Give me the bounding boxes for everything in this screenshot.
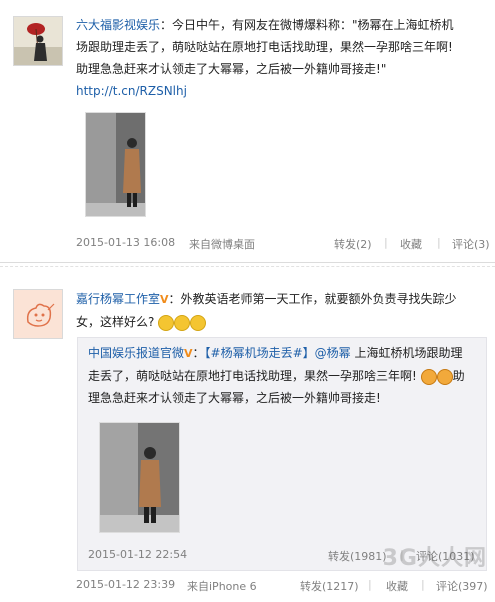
- author-avatar[interactable]: [13, 16, 63, 66]
- post-source: 来自微博桌面: [189, 238, 255, 251]
- post-timestamp[interactable]: 2015-01-13 16:08: [76, 236, 175, 249]
- post-text-line1: 外教英语老师第一天工作，就要额外负责寻找失踪少: [180, 292, 457, 306]
- post-text-line1: 今日中午，有网友在微博爆料称："杨幂在上海虹桥机: [172, 18, 454, 32]
- name-colon: ：: [168, 292, 181, 306]
- topic-link[interactable]: 【#杨幂机场走丢#】: [205, 346, 315, 360]
- quoted-photo[interactable]: [99, 422, 180, 533]
- short-url-link[interactable]: http://t.cn/RZSNlhj: [76, 84, 187, 98]
- name-colon: ：: [160, 18, 173, 32]
- quoted-repost-button[interactable]: 转发(1981): [328, 548, 387, 564]
- verified-badge-icon[interactable]: V: [160, 293, 169, 306]
- quoted-timestamp[interactable]: 2015-01-12 22:54: [88, 548, 187, 561]
- post-divider: [0, 262, 495, 263]
- author-name-link[interactable]: 嘉行杨幂工作室: [76, 292, 160, 306]
- mention-link[interactable]: @杨幂: [315, 346, 351, 360]
- quoted-text-line1: 上海虹桥机场跟助理: [354, 346, 463, 360]
- comment-button[interactable]: 评论(3): [452, 236, 490, 252]
- quoted-text-line2: 走丢了，萌哒哒站在原地打电话找助理，果然一孕那啥三年啊!: [88, 369, 417, 383]
- post-photo[interactable]: [85, 112, 146, 217]
- post-text-line2: 场跟助理走丢了，萌哒哒站在原地打电话找助理，果然一孕那啥三年啊!: [76, 40, 453, 54]
- site-watermark: 3G人人网: [382, 546, 487, 571]
- quoted-text-line2-tail: 助: [452, 369, 465, 383]
- name-colon: ：: [192, 346, 205, 360]
- repost-button[interactable]: 转发(2): [334, 236, 372, 252]
- post-timestamp[interactable]: 2015-01-12 23:39: [76, 578, 175, 591]
- post-source: 来自iPhone 6: [187, 580, 257, 593]
- action-divider: |: [368, 578, 372, 591]
- emoticon-icon: [436, 368, 453, 385]
- favorite-button[interactable]: 收藏: [400, 236, 422, 252]
- comment-button[interactable]: 评论(397): [436, 578, 488, 594]
- post-text-line2: 女，这样好么?: [76, 315, 155, 329]
- author-avatar[interactable]: [13, 289, 63, 339]
- favorite-button[interactable]: 收藏: [386, 578, 408, 594]
- quoted-author-link[interactable]: 中国娱乐报道官微: [88, 346, 184, 360]
- quoted-post: 中国娱乐报道官微V：【#杨幂机场走丢#】@杨幂 上海虹桥机场跟助理 走丢了，萌哒…: [77, 337, 487, 571]
- post-divider: [0, 266, 495, 267]
- author-name-link[interactable]: 六大福影视娱乐: [76, 18, 160, 32]
- emoticon-icon: [174, 314, 191, 331]
- post-text-line3: 助理急急赶来才认领走了大幂幂，之后被一外籍帅哥接走!": [76, 62, 387, 76]
- emoticon-icon: [158, 314, 175, 331]
- action-divider: |: [384, 236, 388, 249]
- repost-button[interactable]: 转发(1217): [300, 578, 359, 594]
- verified-badge-icon[interactable]: V: [184, 347, 193, 360]
- action-divider: |: [437, 236, 441, 249]
- quoted-text-line3: 理急急赶来才认领走了大幂幂，之后被一外籍帅哥接走!: [88, 391, 381, 405]
- action-divider: |: [421, 578, 425, 591]
- emoticon-icon: [420, 368, 437, 385]
- emoticon-icon: [190, 314, 207, 331]
